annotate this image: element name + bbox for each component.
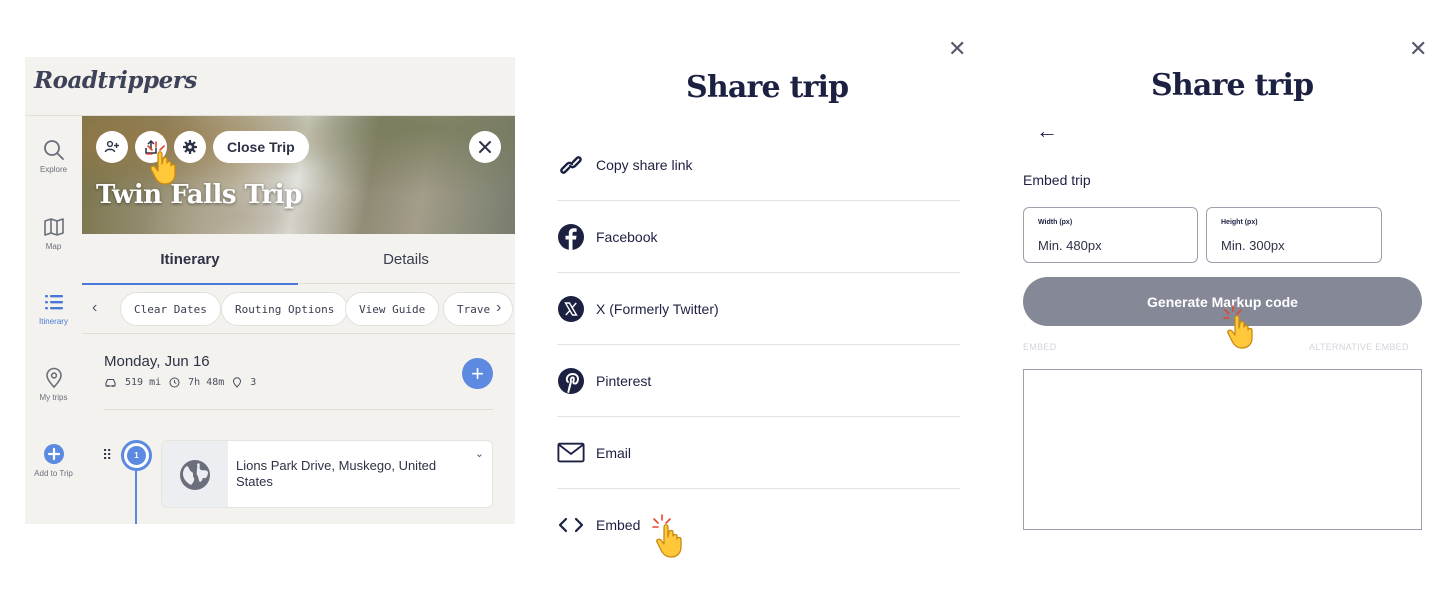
collaborators-button[interactable] <box>96 131 128 163</box>
sidebar-item-add-to-trip[interactable]: Add to Trip <box>25 442 82 514</box>
sidebar-item-map[interactable]: Map <box>25 215 82 287</box>
close-icon <box>479 141 491 153</box>
app-logo: Roadtrippers <box>34 67 197 94</box>
location-pin-icon <box>233 377 242 388</box>
travel-chip[interactable]: Trave <box>443 292 513 326</box>
width-field[interactable]: Width (px) Min. 480px <box>1023 207 1198 263</box>
view-guide-chip[interactable]: View Guide <box>345 292 440 326</box>
embed-dialog-title: Share trip <box>1151 68 1314 103</box>
day-distance: 519 mi <box>125 377 162 388</box>
pointer-hand-icon <box>146 141 176 185</box>
option-label: X (Formerly Twitter) <box>596 300 719 317</box>
stop-card[interactable]: Lions Park Drive, Muskego, United States… <box>161 440 493 508</box>
chevron-left-icon[interactable]: ‹ <box>92 299 97 317</box>
share-dialog-title: Share trip <box>686 70 849 105</box>
sidebar-item-explore[interactable]: Explore <box>25 138 82 210</box>
sidebar-item-label: Map <box>45 242 62 251</box>
pointer-hand-icon <box>652 514 682 558</box>
chip-bar: ‹ Clear Dates Routing Options View Guide… <box>82 284 515 334</box>
facebook-icon <box>557 223 585 251</box>
car-icon <box>105 378 116 387</box>
day-duration: 7h 48m <box>188 377 225 388</box>
map-icon <box>43 218 64 236</box>
clear-dates-chip[interactable]: Clear Dates <box>120 292 221 326</box>
sidebar-item-label: Add to Trip <box>34 469 73 478</box>
app-panel: Roadtrippers Explore Map Itinerary My tr… <box>25 57 515 524</box>
option-label: Facebook <box>596 228 658 245</box>
close-embed-dialog-button[interactable]: ✕ <box>1409 38 1427 60</box>
chevron-down-icon[interactable]: ⌄ <box>475 447 484 460</box>
code-icon <box>557 511 585 539</box>
pinterest-option[interactable]: Pinterest <box>557 345 960 417</box>
stop-number-marker: 1 <box>121 440 152 471</box>
pointer-hand-icon <box>1223 305 1253 349</box>
location-pin-icon <box>45 367 62 389</box>
add-stop-button[interactable]: + <box>462 358 493 389</box>
add-user-icon <box>104 140 119 153</box>
sidebar-item-label: Explore <box>39 165 68 174</box>
route-line <box>135 471 137 524</box>
sidebar-item-label: Itinerary <box>39 317 68 326</box>
stop-address: Lions Park Drive, Muskego, United States <box>236 458 437 489</box>
sidebar: Explore Map Itinerary My trips Add to Tr… <box>25 116 82 524</box>
embed-option[interactable]: Embed <box>557 489 960 561</box>
height-field-placeholder: Min. 300px <box>1221 238 1285 253</box>
stop-number: 1 <box>127 446 146 465</box>
plus-icon: + <box>471 360 484 386</box>
width-field-label: Width (px) <box>1038 219 1073 226</box>
tab-details[interactable]: Details <box>298 234 514 284</box>
globe-icon <box>180 460 210 490</box>
search-icon <box>43 140 64 160</box>
email-option[interactable]: Email <box>557 417 960 489</box>
drag-handle-icon[interactable]: ⠿ <box>102 447 112 464</box>
close-share-dialog-button[interactable]: ✕ <box>948 38 966 60</box>
height-field-label: Height (px) <box>1221 219 1258 226</box>
tab-embed[interactable]: EMBED <box>1023 342 1057 352</box>
x-twitter-icon <box>557 295 585 323</box>
plus-circle-icon <box>43 444 64 464</box>
x-twitter-option[interactable]: X (Formerly Twitter) <box>557 273 960 345</box>
option-label: Embed <box>596 517 641 533</box>
width-field-placeholder: Min. 480px <box>1038 238 1102 253</box>
height-field[interactable]: Height (px) Min. 300px <box>1206 207 1382 263</box>
clock-icon <box>169 377 180 388</box>
day-meta: 519 mi 7h 48m 3 <box>104 377 256 388</box>
option-label: Email <box>596 444 632 461</box>
tab-alternative-embed[interactable]: ALTERNATIVE EMBED <box>1309 342 1409 352</box>
trip-title: Twin Falls Trip <box>96 180 302 210</box>
option-label: Pinterest <box>596 372 652 389</box>
tab-itinerary[interactable]: Itinerary <box>82 234 298 285</box>
close-hero-button[interactable] <box>469 131 501 163</box>
trip-tabs: Itinerary Details <box>82 234 515 285</box>
day-stop-count: 3 <box>250 377 257 388</box>
chevron-right-icon[interactable]: › <box>496 299 501 317</box>
pinterest-icon <box>557 367 585 395</box>
embed-section-label: Embed trip <box>1023 172 1091 188</box>
email-icon <box>557 439 585 467</box>
close-trip-button[interactable]: Close Trip <box>213 131 309 163</box>
copy-share-link-option[interactable]: Copy share link <box>557 129 960 201</box>
sidebar-item-itinerary[interactable]: Itinerary <box>25 290 82 362</box>
back-arrow-icon[interactable]: ← <box>1036 118 1058 144</box>
link-icon <box>557 151 585 179</box>
day-divider <box>104 409 493 410</box>
day-title: Monday, Jun 16 <box>104 353 210 370</box>
facebook-option[interactable]: Facebook <box>557 201 960 273</box>
stop-image <box>162 441 228 507</box>
sidebar-item-label: My trips <box>39 393 68 402</box>
sidebar-item-my-trips[interactable]: My trips <box>25 366 82 438</box>
embed-code-output[interactable] <box>1023 369 1422 530</box>
option-label: Copy share link <box>596 156 693 173</box>
routing-options-chip[interactable]: Routing Options <box>221 292 349 326</box>
list-icon <box>44 295 63 310</box>
